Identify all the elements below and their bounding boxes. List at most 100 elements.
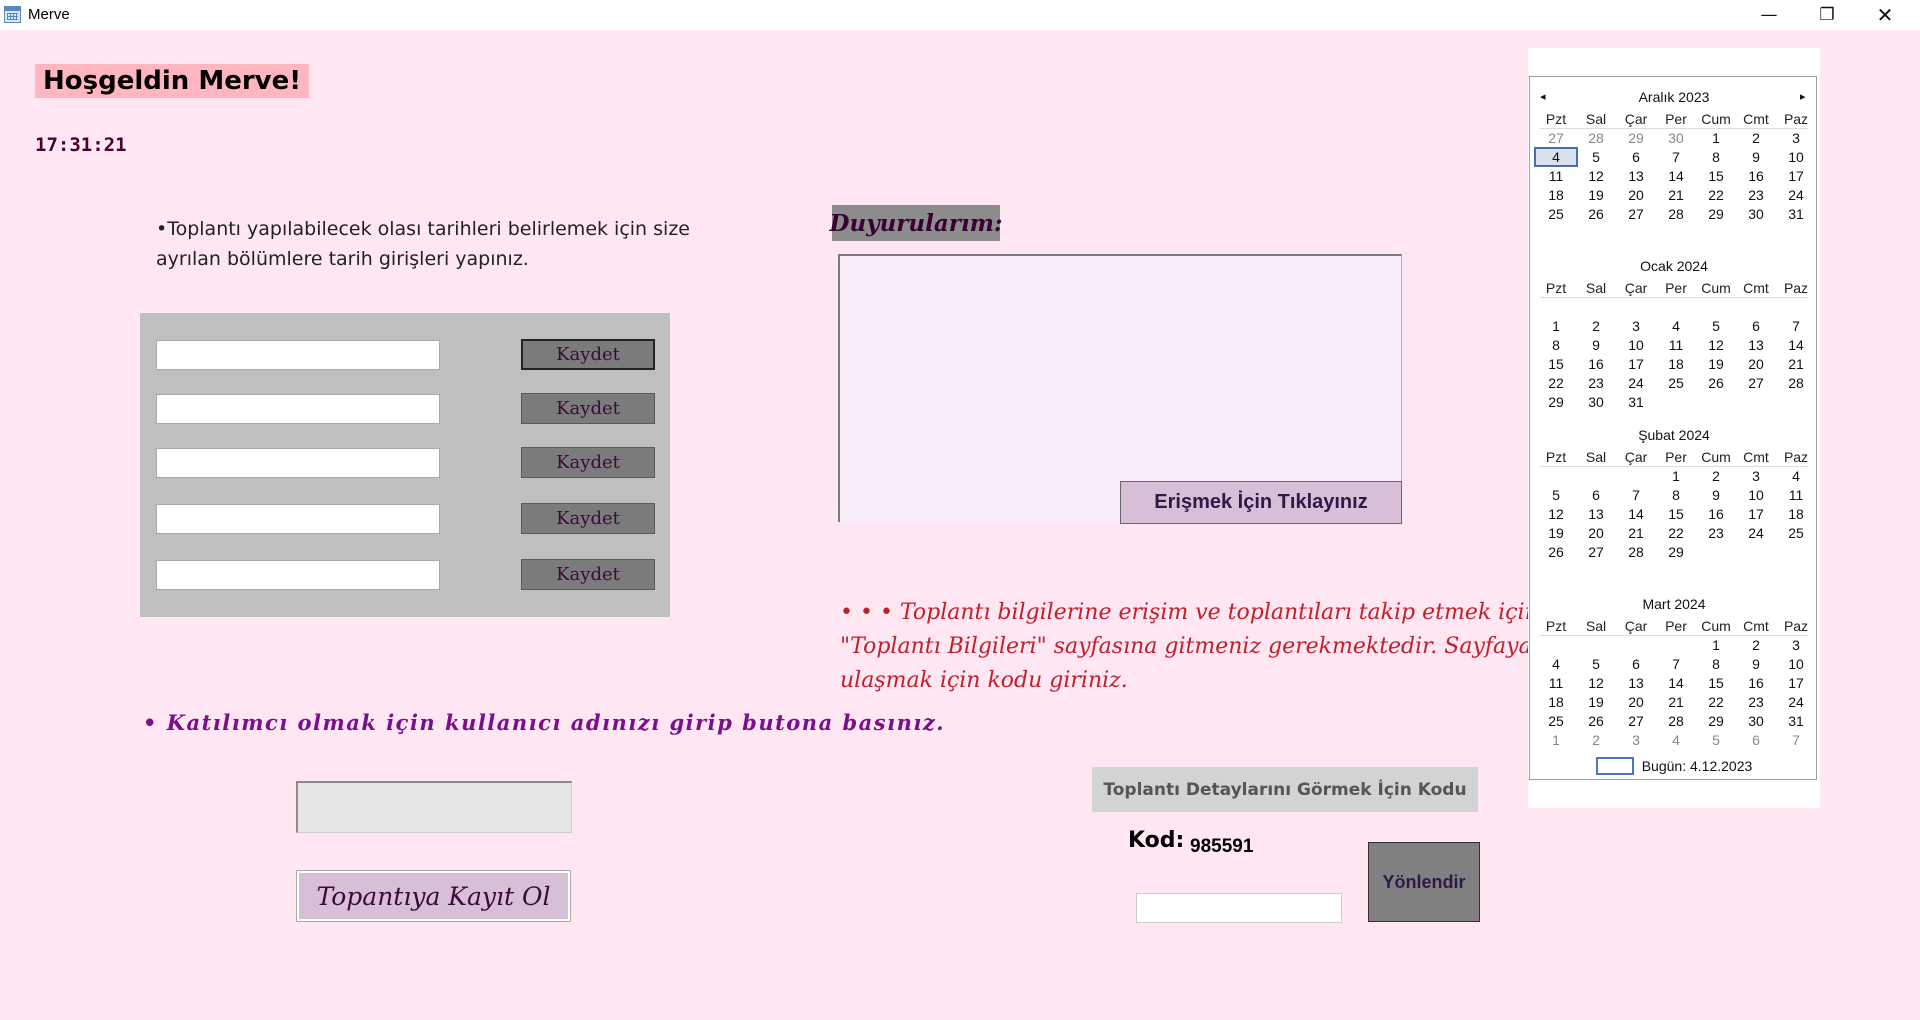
calendar-day[interactable]: 5	[1576, 149, 1616, 165]
calendar-day[interactable]: 8	[1696, 149, 1736, 165]
save-button-3[interactable]: Kaydet	[521, 447, 655, 478]
calendar-day[interactable]: 16	[1736, 675, 1776, 691]
calendar-day[interactable]: 19	[1536, 525, 1576, 541]
calendar-day[interactable]: 11	[1776, 487, 1816, 503]
calendar-day[interactable]: 31	[1776, 713, 1816, 729]
calendar-day[interactable]: 21	[1656, 694, 1696, 710]
calendar-day[interactable]: 17	[1776, 168, 1816, 184]
date-input-4[interactable]	[156, 504, 440, 534]
access-announcements-button[interactable]: Erişmek İçin Tıklayınız	[1120, 481, 1402, 524]
calendar-day[interactable]: 27	[1616, 206, 1656, 222]
calendar-day[interactable]: 25	[1536, 713, 1576, 729]
calendar-day[interactable]: 28	[1776, 375, 1816, 391]
calendar-day[interactable]: 2	[1576, 318, 1616, 334]
calendar-day[interactable]: 1	[1696, 130, 1736, 146]
calendar-day[interactable]: 18	[1656, 356, 1696, 372]
calendar-day[interactable]: 5	[1576, 656, 1616, 672]
calendar-day[interactable]: 19	[1576, 694, 1616, 710]
calendar-day[interactable]: 8	[1656, 487, 1696, 503]
calendar-day[interactable]: 25	[1656, 375, 1696, 391]
calendar-day[interactable]: 22	[1536, 375, 1576, 391]
calendar-day[interactable]: 15	[1656, 506, 1696, 522]
calendar-day[interactable]: 1	[1656, 468, 1696, 484]
calendar-day[interactable]: 6	[1616, 149, 1656, 165]
minimize-button[interactable]: —	[1746, 0, 1792, 30]
calendar-day[interactable]: 27	[1736, 375, 1776, 391]
calendar-day[interactable]: 6	[1576, 487, 1616, 503]
calendar-day[interactable]: 14	[1776, 337, 1816, 353]
calendar-day[interactable]: 8	[1696, 656, 1736, 672]
calendar-day[interactable]: 28	[1656, 713, 1696, 729]
save-button-4[interactable]: Kaydet	[521, 503, 655, 534]
calendar-day[interactable]: 6	[1736, 318, 1776, 334]
calendar-day[interactable]: 12	[1696, 337, 1736, 353]
calendar-day[interactable]: 10	[1736, 487, 1776, 503]
date-input-2[interactable]	[156, 394, 440, 424]
calendar-day[interactable]: 1	[1536, 732, 1576, 748]
calendar-day[interactable]: 14	[1656, 675, 1696, 691]
calendar-day[interactable]: 3	[1616, 318, 1656, 334]
calendar-prev-month-icon[interactable]: ◂	[1540, 90, 1546, 103]
calendar-day[interactable]: 15	[1696, 675, 1736, 691]
date-input-5[interactable]	[156, 560, 440, 590]
calendar-day[interactable]: 21	[1776, 356, 1816, 372]
calendar-day[interactable]: 30	[1736, 206, 1776, 222]
calendar-day[interactable]: 23	[1736, 694, 1776, 710]
calendar-day[interactable]: 13	[1736, 337, 1776, 353]
calendar-day[interactable]: 23	[1576, 375, 1616, 391]
calendar-day[interactable]: 2	[1696, 468, 1736, 484]
calendar-day[interactable]: 17	[1616, 356, 1656, 372]
calendar-day[interactable]: 1	[1696, 637, 1736, 653]
date-input-3[interactable]	[156, 448, 440, 478]
calendar-day[interactable]: 7	[1656, 656, 1696, 672]
calendar-day[interactable]: 9	[1736, 149, 1776, 165]
calendar-day[interactable]: 29	[1696, 206, 1736, 222]
calendar-day[interactable]: 5	[1696, 318, 1736, 334]
calendar-day[interactable]: 3	[1776, 130, 1816, 146]
save-button-2[interactable]: Kaydet	[521, 393, 655, 424]
calendar-day[interactable]: 7	[1616, 487, 1656, 503]
calendar-day[interactable]: 18	[1536, 187, 1576, 203]
calendar-day[interactable]: 3	[1736, 468, 1776, 484]
calendar-day[interactable]: 4	[1656, 732, 1696, 748]
calendar-day[interactable]: 4	[1536, 656, 1576, 672]
close-button[interactable]: ✕	[1862, 0, 1908, 30]
calendar-day[interactable]: 30	[1576, 394, 1616, 410]
calendar-day[interactable]: 10	[1776, 656, 1816, 672]
calendar-day[interactable]: 13	[1576, 506, 1616, 522]
username-input[interactable]	[296, 781, 572, 833]
calendar-day[interactable]: 12	[1576, 675, 1616, 691]
calendar-next-month-icon[interactable]: ▸	[1800, 90, 1806, 103]
calendar-day[interactable]: 31	[1616, 394, 1656, 410]
save-button-1[interactable]: Kaydet	[521, 339, 655, 370]
calendar-day[interactable]: 29	[1656, 544, 1696, 560]
calendar-day[interactable]: 8	[1536, 337, 1576, 353]
calendar-day[interactable]: 6	[1616, 656, 1656, 672]
calendar-day[interactable]: 21	[1616, 525, 1656, 541]
date-input-1[interactable]	[156, 340, 440, 370]
calendar-day[interactable]: 25	[1776, 525, 1816, 541]
calendar-day[interactable]: 6	[1736, 732, 1776, 748]
calendar-day[interactable]: 4	[1656, 318, 1696, 334]
calendar-day[interactable]: 15	[1536, 356, 1576, 372]
calendar-day[interactable]: 13	[1616, 168, 1656, 184]
calendar-day[interactable]: 14	[1656, 168, 1696, 184]
calendar-day[interactable]: 25	[1536, 206, 1576, 222]
calendar-day[interactable]: 13	[1616, 675, 1656, 691]
calendar-day[interactable]: 10	[1616, 337, 1656, 353]
calendar-day[interactable]: 10	[1776, 149, 1816, 165]
calendar-today-footer[interactable]: Bugün: 4.12.2023	[1530, 757, 1818, 775]
calendar-day[interactable]: 3	[1616, 732, 1656, 748]
calendar-day[interactable]: 23	[1696, 525, 1736, 541]
calendar-day[interactable]: 20	[1616, 694, 1656, 710]
calendar-day[interactable]: 20	[1576, 525, 1616, 541]
calendar-day[interactable]: 12	[1576, 168, 1616, 184]
calendar-day[interactable]: 7	[1656, 149, 1696, 165]
calendar-day[interactable]: 24	[1776, 187, 1816, 203]
calendar-day[interactable]: 16	[1736, 168, 1776, 184]
calendar-day[interactable]: 17	[1736, 506, 1776, 522]
calendar-day[interactable]: 21	[1656, 187, 1696, 203]
calendar-day[interactable]: 16	[1576, 356, 1616, 372]
calendar-day[interactable]: 11	[1536, 675, 1576, 691]
calendar-day[interactable]: 26	[1576, 713, 1616, 729]
